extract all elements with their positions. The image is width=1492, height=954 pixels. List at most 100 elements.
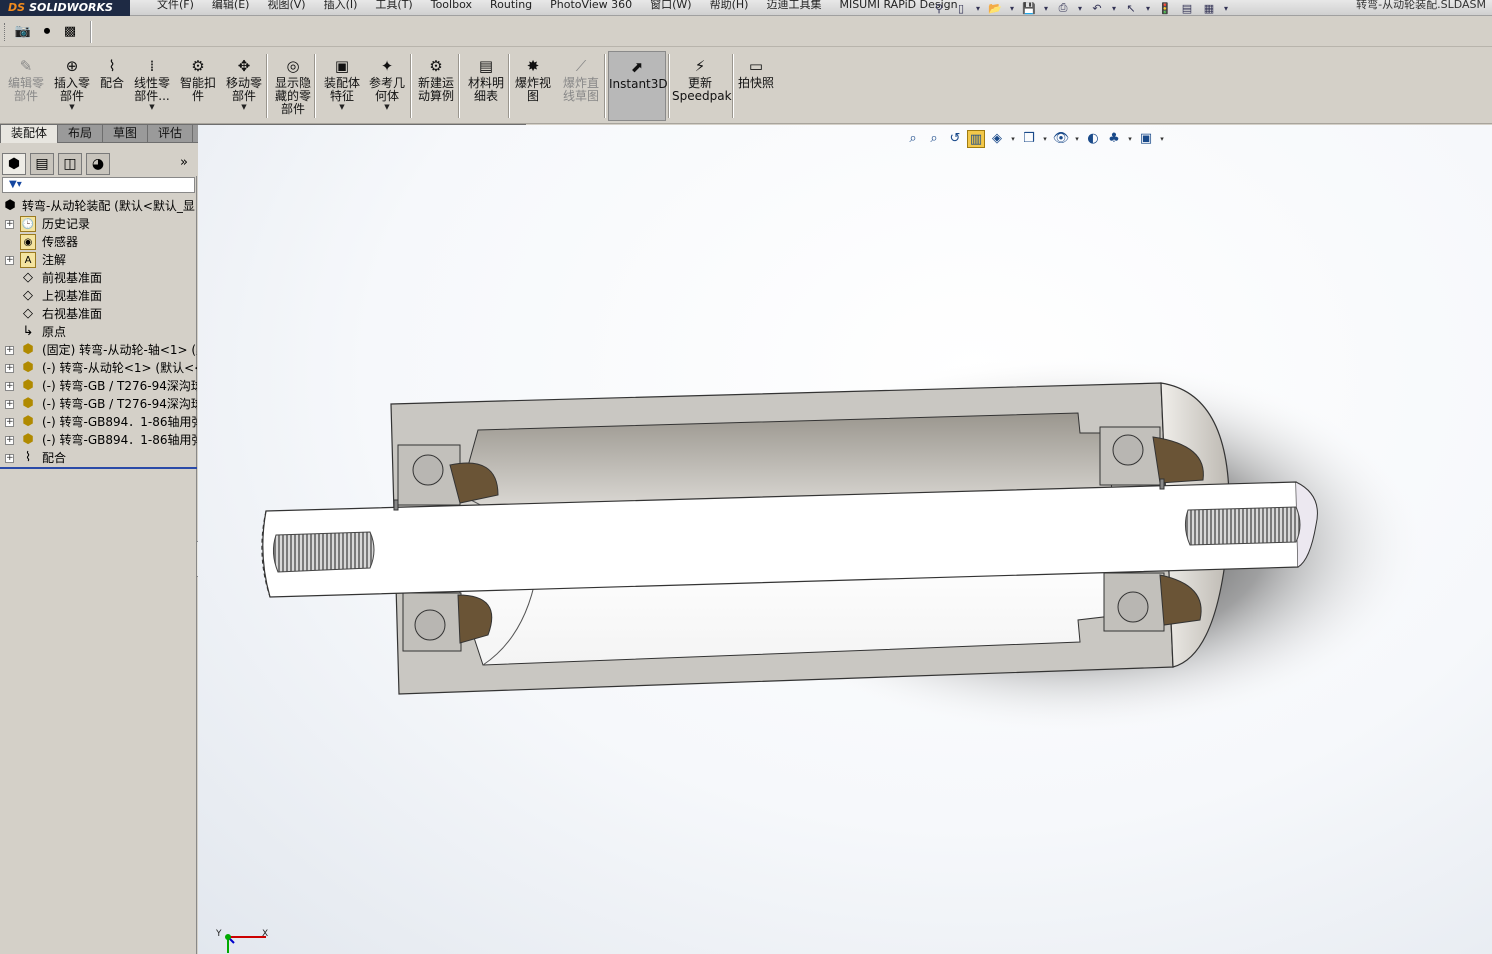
menu-item[interactable]: 插入(I) (315, 0, 367, 16)
expand-icon[interactable]: + (5, 220, 14, 229)
chevron-down-icon[interactable]: ▼ (222, 103, 266, 111)
chevron-down-icon[interactable]: ▼ (132, 103, 172, 111)
menu-item[interactable]: 窗口(W) (641, 0, 700, 16)
command-tab[interactable]: 草图 (103, 124, 149, 143)
tree-item[interactable]: ◇ 右视基准面 (0, 305, 197, 323)
command-label: 件 (191, 89, 204, 103)
tree-item[interactable]: ◉ 传感器 (0, 233, 197, 251)
command-button[interactable]: ⚡ 更新 Speedpak (672, 51, 732, 121)
stop-icon[interactable]: ▩ (61, 24, 79, 40)
command-button[interactable]: ✥ 移动零 部件 ▼ (222, 51, 266, 121)
expand-icon[interactable]: + (5, 256, 14, 265)
command-button[interactable]: ⚙ 新建运 动算例 (414, 51, 458, 121)
open-folder-icon[interactable]: 📂 (986, 1, 1004, 15)
chevron-down-icon[interactable]: ▾ (1144, 1, 1152, 15)
tree-item[interactable]: ◇ 前视基准面 (0, 269, 197, 287)
save-icon[interactable]: 💾 (1020, 1, 1038, 15)
configuration-manager-tab-icon[interactable]: ◫ (58, 153, 82, 175)
rebuild-icon[interactable]: 🚦 (1156, 1, 1174, 15)
menu-item[interactable]: 编辑(E) (203, 0, 259, 16)
expand-icon[interactable]: + (5, 454, 14, 463)
tree-item[interactable]: ↳ 原点 (0, 323, 197, 341)
command-label: Speedpak (672, 89, 732, 103)
tree-item[interactable]: + ⬢ (-) 转弯-GB894．1-86轴用弹 (0, 413, 197, 431)
chevron-down-icon[interactable]: ▾ (1042, 1, 1050, 15)
expand-icon[interactable]: + (5, 418, 14, 427)
command-tab[interactable]: 布局 (58, 124, 104, 143)
right-thread (1184, 506, 1301, 546)
roller-assembly-section-model[interactable] (198, 125, 1492, 954)
tree-item[interactable]: ◇ 上视基准面 (0, 287, 197, 305)
expand-icon[interactable]: + (5, 382, 14, 391)
command-button[interactable]: ✸ 爆炸视图 (513, 51, 553, 121)
menu-item[interactable]: 文件(F) (148, 0, 203, 16)
expand-icon[interactable]: + (5, 364, 14, 373)
record-icon[interactable]: ⏺ (38, 24, 56, 40)
part-icon: ⬢ (22, 414, 34, 429)
tree-root-label: 转弯-从动轮装配 (默认<默认_显 (22, 199, 195, 213)
tree-item[interactable]: + ⬢ (-) 转弯-GB / T276-94深沟球 (0, 377, 197, 395)
tree-item[interactable]: + ⬢ (固定) 转弯-从动轮-轴<1> (默 (0, 341, 197, 359)
chevron-down-icon[interactable]: ▾ (974, 1, 982, 15)
chevron-down-icon[interactable]: ▾ (1076, 1, 1084, 15)
tree-item[interactable]: + A 注解 (0, 251, 197, 269)
undo-icon[interactable]: ↶ (1088, 1, 1106, 15)
tree-root[interactable]: ⬢ 转弯-从动轮装配 (默认<默认_显 (0, 197, 197, 215)
command-button[interactable]: ⟋ 爆炸直 线草图 (560, 51, 602, 121)
expand-icon[interactable]: + (5, 436, 14, 445)
command-button[interactable]: ⊕ 插入零 部件 ▼ (52, 51, 92, 121)
command-button[interactable]: ▭ 拍快照 (736, 51, 776, 121)
expand-icon[interactable]: + (5, 400, 14, 409)
menu-item[interactable]: Toolbox (422, 0, 481, 16)
snapshot-icon: ▭ (748, 57, 764, 75)
command-button[interactable]: ⌇ 配合 (96, 51, 128, 121)
chevron-down-icon[interactable]: ▼ (320, 103, 364, 111)
menu-item[interactable]: PhotoView 360 (541, 0, 641, 16)
options-icon[interactable]: ▦ (1200, 1, 1218, 15)
menu-item[interactable]: Routing (481, 0, 541, 16)
pin-icon[interactable]: ⚲ (930, 1, 948, 15)
menu-item[interactable]: 视图(V) (258, 0, 314, 16)
command-button[interactable]: ✦ 参考几 何体 ▼ (366, 51, 408, 121)
chevron-down-icon[interactable]: ▼ (366, 103, 408, 111)
chevron-down-icon[interactable]: ▼ (52, 103, 92, 111)
expand-panel-icon[interactable]: » (180, 155, 188, 170)
command-button[interactable]: ⬈ Instant3D (608, 51, 668, 121)
select-cursor-icon[interactable]: ↖ (1122, 1, 1140, 15)
command-label: 部件 (13, 89, 38, 103)
toolbar-grip[interactable] (4, 23, 7, 41)
expand-icon[interactable]: + (5, 346, 14, 355)
command-button[interactable]: ▣ 装配体 特征 ▼ (320, 51, 364, 121)
command-button[interactable]: ⁞ 线性零 部件... ▼ (132, 51, 172, 121)
command-button[interactable]: ✎ 编辑零 部件 (6, 51, 46, 121)
graphics-area[interactable]: ⌕ ⌕ ↺ ▥ ◈ ▾ ❒ ▾ 👁 ▾ ◐ ♣ ▾ ▣ ▾ Y X (198, 125, 1492, 954)
chevron-down-icon[interactable]: ▾ (1008, 1, 1016, 15)
command-button[interactable]: ▤ 材料明 细表 (464, 51, 508, 121)
menu-item[interactable]: 迈迪工具集 (757, 0, 830, 16)
command-button[interactable]: ⚙ 智能扣件 (178, 51, 218, 121)
menu-item[interactable]: 帮助(H) (701, 0, 758, 16)
tree-item[interactable]: + 🕒 历史记录 (0, 215, 197, 233)
print-icon[interactable]: ⎙ (1054, 1, 1072, 15)
display-manager-tab-icon[interactable]: ◕ (86, 153, 110, 175)
command-tab[interactable]: 装配体 (0, 124, 59, 143)
tree-item[interactable]: + ⬢ (-) 转弯-从动轮<1> (默认<< (0, 359, 197, 377)
tree-item[interactable]: + ⌇ 配合 (0, 449, 197, 467)
command-tab[interactable]: 评估 (148, 124, 194, 143)
property-manager-tab-icon[interactable]: ▤ (30, 153, 54, 175)
feature-tree-tab-icon[interactable]: ⬢ (2, 153, 26, 175)
file-properties-icon[interactable]: ▤ (1178, 1, 1196, 15)
menu-item[interactable]: 工具(T) (366, 0, 421, 16)
annotation-icon: A (20, 252, 36, 268)
secondary-toolbar: 📷 ⏺ ▩ (0, 17, 1492, 47)
chevron-down-icon[interactable]: ▾ (1222, 1, 1230, 15)
plane-icon: ◇ (23, 288, 33, 303)
new-document-icon[interactable]: ▯ (952, 1, 970, 15)
solidworks-logo[interactable]: DS SOLIDWORKS (0, 0, 130, 16)
tree-item[interactable]: + ⬢ (-) 转弯-GB894．1-86轴用弹 (0, 431, 197, 449)
tree-filter-input[interactable]: ▼▾ (2, 177, 195, 193)
command-button[interactable]: ◎ 显示隐 藏的零 部件 (272, 51, 314, 121)
camera-icon[interactable]: 📷 (14, 24, 32, 40)
chevron-down-icon[interactable]: ▾ (1110, 1, 1118, 15)
tree-item[interactable]: + ⬢ (-) 转弯-GB / T276-94深沟球 (0, 395, 197, 413)
